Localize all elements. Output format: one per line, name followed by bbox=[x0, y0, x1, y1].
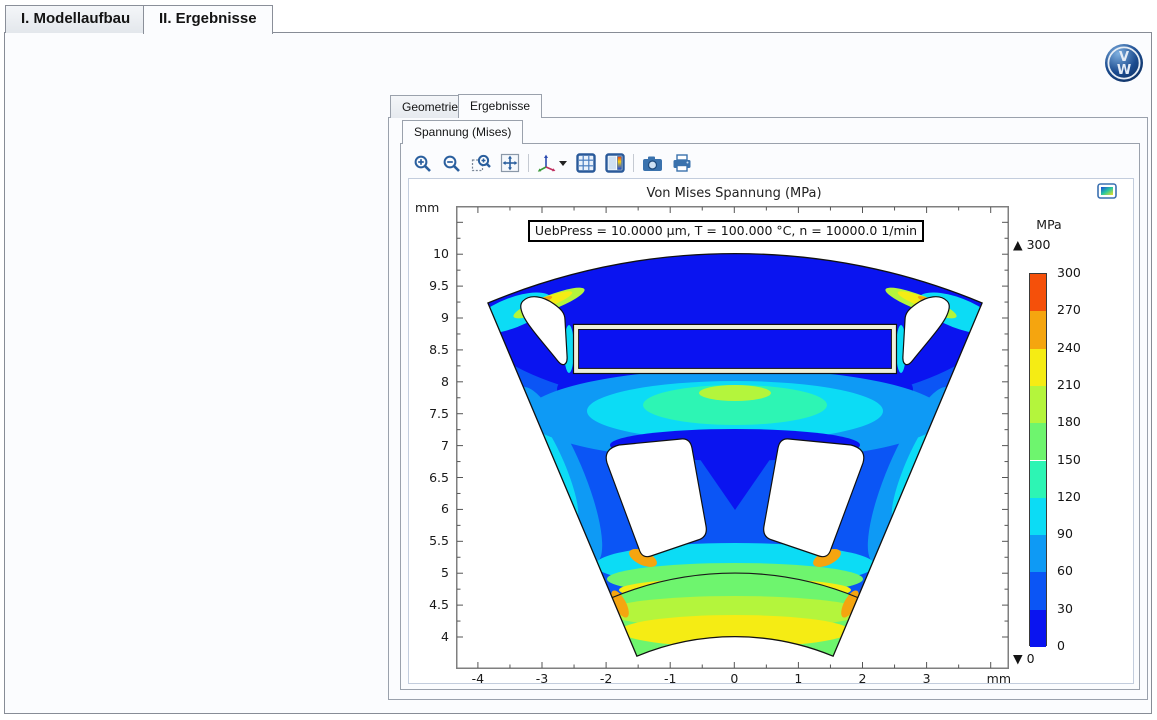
x-tick-label: 3 bbox=[907, 671, 947, 686]
x-tick-label: -3 bbox=[522, 671, 562, 686]
colorbar-segment bbox=[1030, 572, 1046, 609]
colorbar-tick-label: 210 bbox=[1057, 377, 1081, 392]
colorbar-tick-label: 0 bbox=[1057, 638, 1065, 653]
plot-toolbar bbox=[412, 150, 692, 176]
colorbar-tick-label: 120 bbox=[1057, 489, 1081, 504]
x-tick-label: 1 bbox=[778, 671, 818, 686]
colorbar-under-range: ▼ 0 bbox=[1013, 651, 1035, 666]
y-tick-label: 8 bbox=[413, 374, 449, 389]
y-tick-label: 4.5 bbox=[413, 597, 449, 612]
colorbar-segment bbox=[1030, 311, 1046, 348]
colorbar-segment bbox=[1030, 423, 1046, 460]
colorbar-tick-label: 90 bbox=[1057, 526, 1073, 541]
tab-ergebnisse[interactable]: II. Ergebnisse bbox=[143, 5, 273, 34]
grid-toggle-icon[interactable] bbox=[575, 153, 596, 174]
colorbar-segment bbox=[1030, 535, 1046, 572]
x-tick-label: -4 bbox=[458, 671, 498, 686]
colorbar-segment bbox=[1030, 274, 1046, 311]
colorbar-segment bbox=[1030, 386, 1046, 423]
colorbar-tick-label: 300 bbox=[1057, 265, 1081, 280]
snapshot-icon[interactable] bbox=[642, 153, 663, 174]
parameter-annotation: UebPress = 10.0000 μm, T = 100.000 °C, n… bbox=[528, 220, 924, 242]
colorbar-tick-label: 240 bbox=[1057, 340, 1081, 355]
tab-spannung-mises[interactable]: Spannung (Mises) bbox=[402, 120, 523, 144]
colorbar bbox=[1029, 273, 1047, 646]
toolbar-separator bbox=[528, 154, 529, 172]
y-tick-label: 7 bbox=[413, 438, 449, 453]
colorbar-segment bbox=[1030, 349, 1046, 386]
colorbar-segment bbox=[1030, 610, 1046, 647]
plot-window-icon[interactable] bbox=[1097, 183, 1117, 199]
colorbar-tick-label: 180 bbox=[1057, 414, 1081, 429]
graphics-canvas[interactable]: Von Mises Spannung (MPa) mm mm bbox=[408, 178, 1134, 684]
stress-plot[interactable] bbox=[456, 206, 1009, 669]
svg-text:W: W bbox=[1117, 63, 1131, 78]
y-tick-label: 6.5 bbox=[413, 470, 449, 485]
toolbar-separator bbox=[633, 154, 634, 172]
magnet bbox=[579, 330, 892, 369]
y-tick-label: 4 bbox=[413, 629, 449, 644]
y-tick-label: 5 bbox=[413, 565, 449, 580]
colorbar-segment bbox=[1030, 461, 1046, 498]
x-tick-label: -2 bbox=[586, 671, 626, 686]
colorbar-tick-label: 150 bbox=[1057, 452, 1081, 467]
y-tick-label: 6 bbox=[413, 501, 449, 516]
triangle-up-icon: ▲ bbox=[1013, 237, 1023, 252]
y-tick-label: 5.5 bbox=[413, 533, 449, 548]
dropdown-caret-icon[interactable] bbox=[559, 161, 567, 166]
y-tick-label: 9 bbox=[413, 310, 449, 325]
colorbar-unit: MPa bbox=[1029, 217, 1069, 232]
color-legend-toggle-icon[interactable] bbox=[604, 153, 625, 174]
colorbar-tick-label: 30 bbox=[1057, 601, 1073, 616]
x-tick-label: -1 bbox=[650, 671, 690, 686]
y-tick-label: 10 bbox=[413, 246, 449, 261]
colorbar-segment bbox=[1030, 498, 1046, 535]
x-axis-unit: mm bbox=[971, 671, 1011, 686]
zoom-extents-icon[interactable] bbox=[499, 153, 520, 174]
colorbar-tick-label: 60 bbox=[1057, 563, 1073, 578]
zoom-in-icon[interactable] bbox=[412, 153, 433, 174]
plot-title: Von Mises Spannung (MPa) bbox=[534, 186, 934, 201]
x-tick-label: 2 bbox=[843, 671, 883, 686]
zoom-box-icon[interactable] bbox=[470, 153, 491, 174]
y-tick-label: 7.5 bbox=[413, 406, 449, 421]
zoom-out-icon[interactable] bbox=[441, 153, 462, 174]
tab-ergebnisse-plot[interactable]: Ergebnisse bbox=[458, 94, 542, 118]
y-axis-unit: mm bbox=[415, 200, 439, 215]
x-tick-label: 0 bbox=[714, 671, 754, 686]
colorbar-tick-label: 270 bbox=[1057, 302, 1081, 317]
y-tick-label: 9.5 bbox=[413, 278, 449, 293]
triangle-down-icon: ▼ bbox=[1013, 651, 1023, 666]
vw-logo: V W bbox=[1104, 43, 1144, 83]
tab-modellaufbau[interactable]: I. Modellaufbau bbox=[5, 5, 146, 33]
axes-orientation-icon[interactable] bbox=[537, 153, 567, 174]
y-tick-label: 8.5 bbox=[413, 342, 449, 357]
print-icon[interactable] bbox=[671, 153, 692, 174]
colorbar-over-range: ▲ 300 bbox=[1013, 237, 1050, 252]
